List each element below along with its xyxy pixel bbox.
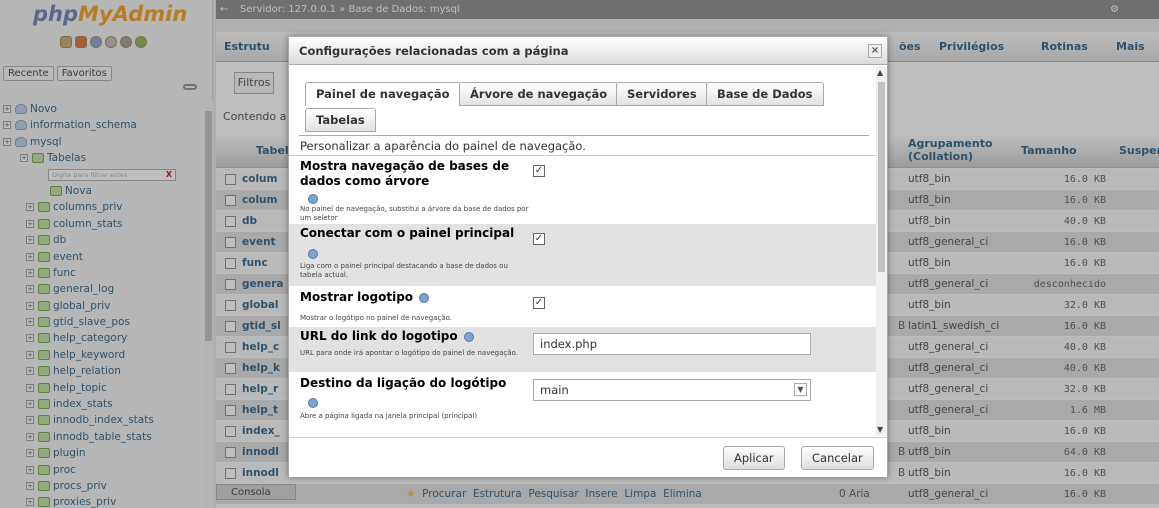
dialog-body: Painel de navegação Árvore de navegação … xyxy=(289,66,876,436)
phpmyadmin-window: phpMyAdmin Recente Favoritos + Novo + infor… xyxy=(0,0,1159,508)
setting-label: Destino da ligação do logótipo xyxy=(300,376,507,390)
setting-label: Mostra navegação de bases de dados como … xyxy=(300,159,510,188)
chevron-down-icon: ▼ xyxy=(794,383,807,396)
link-main-panel-checkbox[interactable]: ✓ xyxy=(533,233,545,245)
help-icon[interactable] xyxy=(308,194,318,204)
setting-hint: Abre a página ligada na janela principal… xyxy=(300,412,478,420)
setting-hint: URL para onde irá apontar o logótipo do … xyxy=(300,349,518,357)
tab-arvore-navegacao[interactable]: Árvore de navegação xyxy=(459,82,619,106)
page-settings-dialog: Configurações relacionadas com a página … xyxy=(288,36,888,477)
setting-label: Mostrar logotipo xyxy=(300,290,520,305)
setting-logo-link-target: Destino da ligação do logótipo Abre a pá… xyxy=(289,374,876,434)
tree-navigation-checkbox[interactable]: ✓ xyxy=(533,165,545,177)
setting-show-logo: Mostrar logotipo Mostrar o logótipo no p… xyxy=(289,288,876,326)
logo-link-target-select[interactable]: main ▼ xyxy=(533,379,811,401)
setting-label: Conectar com o painel principal xyxy=(300,226,515,240)
dialog-title: Configurações relacionadas com a página xyxy=(289,37,887,65)
fieldset-description: Personalizar a aparência do painel de na… xyxy=(289,136,876,156)
dialog-scrollbar[interactable]: ▲ ▼ xyxy=(876,66,887,436)
setting-hint: Liga com o painel principal destacando a… xyxy=(300,262,508,279)
tab-painel-navegacao[interactable]: Painel de navegação xyxy=(305,82,461,106)
scroll-up-icon[interactable]: ▲ xyxy=(877,68,883,77)
close-icon[interactable]: × xyxy=(868,44,882,58)
setting-link-main-panel: Conectar com o painel principal Liga com… xyxy=(289,224,876,287)
cancel-button[interactable]: Cancelar xyxy=(801,446,874,470)
setting-tree-navigation: Mostra navegação de bases de dados como … xyxy=(289,157,876,223)
settings-tabs: Painel de navegação Árvore de navegação … xyxy=(299,80,869,136)
dialog-footer: Aplicar Cancelar xyxy=(289,437,887,477)
logo-link-url-input[interactable]: index.php xyxy=(533,333,811,355)
scroll-down-icon[interactable]: ▼ xyxy=(877,425,883,434)
select-value: main xyxy=(540,383,569,397)
show-logo-checkbox[interactable]: ✓ xyxy=(533,297,545,309)
setting-hint: Mostrar o logótipo no painel de navegaçã… xyxy=(300,314,453,322)
help-icon[interactable] xyxy=(308,398,318,408)
apply-button[interactable]: Aplicar xyxy=(723,446,785,470)
setting-hint: No painel de navegação, substitui a árvo… xyxy=(300,205,529,222)
help-icon[interactable] xyxy=(308,249,318,259)
tab-base-de-dados[interactable]: Base de Dados xyxy=(706,82,824,106)
tab-servidores[interactable]: Servidores xyxy=(616,82,708,106)
settings-fieldset: Personalizar a aparência do painel de na… xyxy=(289,136,876,436)
setting-label: URL do link do logotipo xyxy=(300,329,520,344)
tab-tabelas[interactable]: Tabelas xyxy=(305,108,376,132)
setting-logo-link-url: URL do link do logotipo URL para onde ir… xyxy=(289,327,876,373)
help-icon[interactable] xyxy=(419,292,430,303)
help-icon[interactable] xyxy=(463,331,474,342)
